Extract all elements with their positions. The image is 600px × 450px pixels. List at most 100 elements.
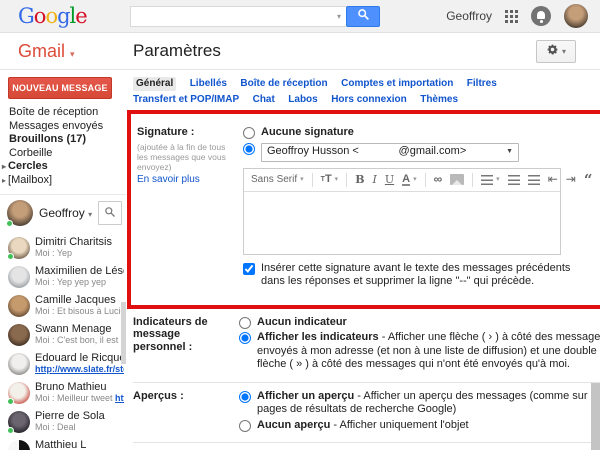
- search-button[interactable]: [346, 5, 380, 27]
- indent-less-icon[interactable]: ⇤: [548, 172, 558, 187]
- compose-button[interactable]: NOUVEAU MESSAGE: [8, 77, 112, 99]
- font-size-button[interactable]: T T ▾: [321, 173, 339, 187]
- tab-themes[interactable]: Thèmes: [420, 93, 458, 107]
- contact-name: Swann Menage: [35, 323, 112, 335]
- signature-highlight-box: Signature : (ajoutée à la fin de tous le…: [127, 110, 600, 309]
- online-status-dot: [6, 220, 13, 227]
- notifications-bell-icon[interactable]: [531, 6, 551, 26]
- folder-nav: Boîte de réception Messages envoyés Brou…: [0, 106, 126, 187]
- insert-signature-checkbox[interactable]: [243, 262, 255, 275]
- ordered-list-icon[interactable]: [507, 174, 520, 185]
- bold-button[interactable]: B: [355, 173, 364, 187]
- contact-row[interactable]: Pierre de Sola Moi : Deal: [0, 407, 126, 436]
- contact-row[interactable]: Bruno Mathieu Moi : Meilleur tweet https: [0, 378, 126, 407]
- sidebar-item-circles[interactable]: ▸ Cercles: [2, 160, 126, 174]
- contact-row[interactable]: Swann Menage Moi : C'est bon, il est dar: [0, 320, 126, 349]
- contact-row[interactable]: Dimitri Charitsis Moi : Yep: [0, 233, 126, 262]
- settings-gear-button[interactable]: ▾: [536, 39, 576, 63]
- tab-labels[interactable]: Libellés: [190, 77, 227, 91]
- chat-profile-name[interactable]: Geoffroy ▾: [39, 206, 92, 220]
- chevron-down-icon: ▾: [88, 210, 93, 219]
- chevron-down-icon: ▾: [561, 46, 566, 56]
- account-username[interactable]: Geoffroy: [446, 9, 492, 23]
- show-indicators-radio[interactable]: [239, 332, 251, 344]
- tab-inbox[interactable]: Boîte de réception: [240, 77, 327, 91]
- page-scrollbar[interactable]: [591, 383, 600, 450]
- avatar: [7, 382, 30, 405]
- signature-account-radio[interactable]: [243, 142, 255, 155]
- show-preview-radio[interactable]: [239, 390, 251, 403]
- previews-label: Aperçus :: [133, 389, 184, 402]
- gmail-menu[interactable]: Gmail ▾: [0, 41, 126, 62]
- tab-general[interactable]: Général: [133, 77, 177, 91]
- online-status-dot: [7, 427, 14, 434]
- contact-name: Maximilien de Lésél: [35, 265, 124, 277]
- signature-account-select[interactable]: Geoffroy Husson < @gmail.com> ▼: [261, 142, 519, 162]
- tab-chat[interactable]: Chat: [253, 93, 275, 107]
- search-input[interactable]: [130, 5, 346, 27]
- settings-main: Général Libellés Boîte de réception Comp…: [126, 70, 600, 449]
- tab-accounts[interactable]: Comptes et importation: [341, 77, 453, 91]
- signature-sublabel: (ajoutée à la fin de tous les messages q…: [137, 141, 226, 172]
- apps-grid-icon[interactable]: [505, 9, 518, 23]
- underline-button[interactable]: U: [385, 173, 394, 187]
- expand-arrow-icon[interactable]: ▸: [2, 176, 6, 185]
- contact-status: Moi : C'est bon, il est dar: [35, 335, 124, 345]
- italic-button[interactable]: I: [373, 173, 377, 187]
- profile-avatar[interactable]: [564, 4, 588, 28]
- no-preview-radio[interactable]: [239, 419, 251, 432]
- sidebar-item-trash[interactable]: Corbeille: [9, 147, 126, 161]
- topbar: Google ▾ Geoffroy: [0, 0, 600, 33]
- header-row: Gmail ▾ Paramètres ▾: [0, 33, 600, 70]
- no-signature-radio[interactable]: [243, 127, 255, 139]
- page-title: Paramètres: [133, 41, 221, 60]
- insert-image-icon[interactable]: [450, 174, 465, 185]
- contact-row[interactable]: Edouard le Ricque http://www.slate.fr/st…: [0, 349, 126, 378]
- status-link[interactable]: http://www.slate.fr/story/: [35, 364, 124, 374]
- contact-name: Matthieu L: [35, 439, 87, 450]
- align-button[interactable]: ▾: [481, 173, 500, 187]
- text-color-button[interactable]: A ▾: [402, 173, 417, 187]
- signature-text-area[interactable]: [244, 191, 560, 254]
- contact-row[interactable]: Maximilien de Lésél Moi : Yep yep yep: [0, 262, 126, 291]
- font-family-select[interactable]: Sans Serif ▾: [251, 173, 304, 187]
- chat-contacts-list: Dimitri Charitsis Moi : Yep Maximilien d…: [0, 233, 126, 450]
- search-icon: [104, 206, 116, 221]
- google-logo[interactable]: Google: [18, 5, 122, 27]
- insert-signature-checkbox-label: Insérer cette signature avant le texte d…: [261, 261, 571, 288]
- learn-more-link[interactable]: En savoir plus: [137, 174, 235, 187]
- signature-section: Signature : (ajoutée à la fin de tous le…: [137, 119, 600, 297]
- quote-icon[interactable]: “: [584, 172, 593, 187]
- bullet-list-icon[interactable]: [527, 174, 540, 185]
- contact-status: Moi : Yep: [35, 248, 73, 258]
- search-options-caret-icon[interactable]: ▾: [337, 12, 341, 21]
- indent-more-icon[interactable]: ⇥: [566, 172, 576, 187]
- tab-labs[interactable]: Labos: [288, 93, 317, 107]
- avatar: [7, 411, 30, 434]
- search-icon: [357, 8, 370, 24]
- contact-name: Pierre de Sola: [35, 410, 105, 422]
- no-indicator-radio[interactable]: [239, 316, 251, 329]
- contact-row[interactable]: Camille Jacques Moi : Et bisous à Lucie,…: [0, 291, 126, 320]
- chat-profile-row: Geoffroy ▾: [0, 194, 126, 230]
- sidebar-item-inbox[interactable]: Boîte de réception: [9, 106, 126, 120]
- avatar: [8, 295, 30, 317]
- settings-tabs: Général Libellés Boîte de réception Comp…: [133, 75, 585, 107]
- contact-row[interactable]: Matthieu L tu as appris qu'ils vont f:: [0, 436, 126, 450]
- sidebar-item-mailbox[interactable]: ▸ [Mailbox]: [2, 174, 126, 188]
- avatar: [8, 440, 30, 450]
- avatar[interactable]: [6, 200, 33, 227]
- expand-arrow-icon[interactable]: ▸: [2, 162, 6, 171]
- indicators-label: Indicateurs de message personnel :: [133, 315, 208, 353]
- tab-filters[interactable]: Filtres: [467, 77, 497, 91]
- select-caret-icon: ▼: [506, 148, 513, 156]
- tab-offline[interactable]: Hors connexion: [331, 93, 407, 107]
- status-link[interactable]: https: [115, 393, 124, 403]
- contact-status: Moi : Et bisous à Lucie, :: [35, 306, 124, 316]
- tab-forwarding[interactable]: Transfert et POP/IMAP: [133, 93, 239, 107]
- sidebar-item-sent[interactable]: Messages envoyés: [9, 120, 126, 134]
- chat-search-button[interactable]: [98, 201, 122, 225]
- insert-link-icon[interactable]: ∞: [434, 172, 443, 187]
- sidebar-item-drafts[interactable]: Brouillons (17): [9, 133, 126, 147]
- contact-status: Moi : Meilleur tweet https: [35, 393, 124, 404]
